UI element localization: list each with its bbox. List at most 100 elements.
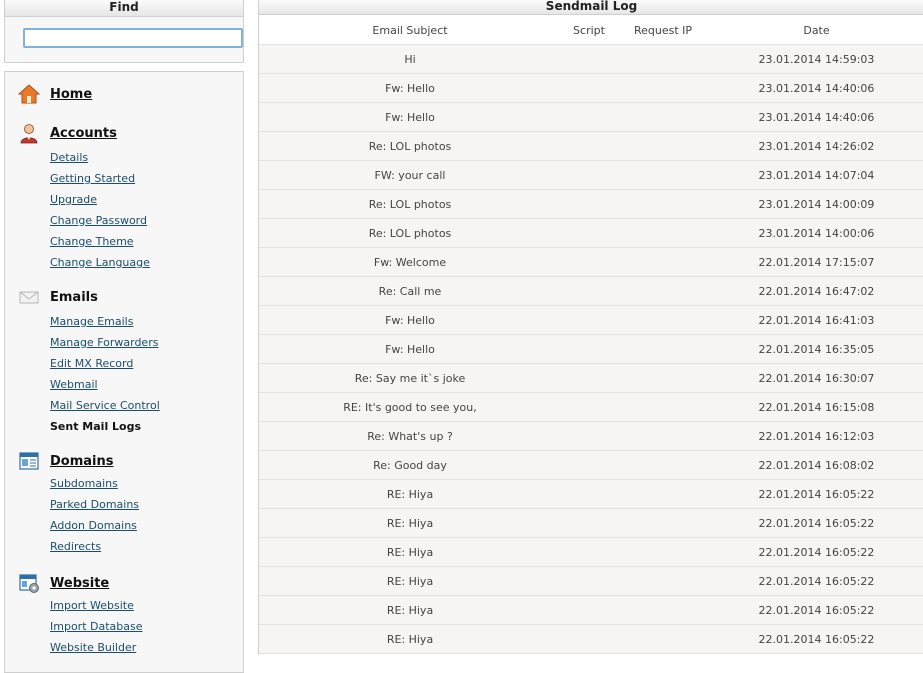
cell-email-subject: Fw: Hello [385,82,435,95]
nav-link-change-language[interactable]: Change Language [50,256,150,269]
column-header-script: Script [573,24,605,37]
find-title: Find [5,0,243,17]
cell-email-subject: Re: LOL photos [368,227,452,240]
nav-emails: Emails [18,286,238,310]
cell-email-subject: Hi [404,53,416,66]
nav-link-parked-domains[interactable]: Parked Domains [50,498,139,511]
table-row: Re: Say me it`s joke 22.01.2014 16:30:07 [259,364,923,393]
cell-date: 22.01.2014 16:05:22 [758,546,875,559]
cell-date: 22.01.2014 16:05:22 [758,517,875,530]
nav-domains-label[interactable]: Domains [50,454,114,469]
cell-date: 23.01.2014 14:26:02 [758,140,875,153]
cell-date: 22.01.2014 16:15:08 [758,401,875,414]
table-row: RE: Hiya 22.01.2014 16:05:22 [259,480,923,509]
nav-link-sent-mail-logs[interactable]: Sent Mail Logs [50,420,141,433]
nav-home-label[interactable]: Home [50,87,92,102]
table-row: Fw: Hello 23.01.2014 14:40:06 [259,103,923,132]
nav-link-webmail[interactable]: Webmail [50,378,98,391]
log-table-header: Email Subject Script Request IP Date [259,15,923,45]
find-search-input[interactable] [23,28,243,48]
table-row: Re: LOL photos 23.01.2014 14:00:06 [259,219,923,248]
cell-date: 22.01.2014 16:08:02 [758,459,875,472]
column-header-date: Date [803,24,830,37]
nav-link-redirects[interactable]: Redirects [50,540,101,553]
table-row: RE: Hiya 22.01.2014 16:05:22 [259,567,923,596]
table-row: RE: It's good to see you, 22.01.2014 16:1… [259,393,923,422]
table-row: Re: What's up ? 22.01.2014 16:12:03 [259,422,923,451]
cell-email-subject: Re: Good day [373,459,447,472]
nav-website-label[interactable]: Website [50,576,109,591]
table-row: Fw: Hello 22.01.2014 16:41:03 [259,306,923,335]
cell-email-subject: RE: Hiya [386,517,434,530]
cell-date: 22.01.2014 16:05:22 [758,575,875,588]
nav-link-import-database[interactable]: Import Database [50,620,143,633]
nav-home[interactable]: Home [18,83,238,107]
table-row: Re: LOL photos 23.01.2014 14:00:09 [259,190,923,219]
cell-date: 22.01.2014 16:05:22 [758,633,875,646]
cell-email-subject: Re: Say me it`s joke [354,372,466,385]
table-row: RE: Hiya 22.01.2014 16:05:22 [259,596,923,625]
table-row: Re: LOL photos 23.01.2014 14:26:02 [259,132,923,161]
nav-link-manage-forwarders[interactable]: Manage Forwarders [50,336,158,349]
cell-date: 22.01.2014 16:12:03 [758,430,875,443]
cell-email-subject: RE: It's good to see you, [343,401,477,414]
nav-domains[interactable]: Domains [18,450,238,474]
cell-email-subject: Fw: Welcome [373,256,447,269]
cell-email-subject: Re: Call me [378,285,442,298]
cell-email-subject: Fw: Hello [385,111,435,124]
cell-date: 23.01.2014 14:07:04 [758,169,875,182]
nav-website[interactable]: Website [18,572,238,596]
nav-panel: Home Accounts Details Getting Started Up… [4,71,244,673]
nav-link-addon-domains[interactable]: Addon Domains [50,519,137,532]
cell-email-subject: Re: LOL photos [368,140,452,153]
cell-date: 22.01.2014 16:47:02 [758,285,875,298]
home-icon [18,84,40,104]
cell-email-subject: RE: Hiya [386,575,434,588]
nav-link-getting-started[interactable]: Getting Started [50,172,135,185]
nav-link-subdomains[interactable]: Subdomains [50,477,118,490]
cell-date: 22.01.2014 17:15:07 [758,256,875,269]
nav-link-edit-mx-record[interactable]: Edit MX Record [50,357,133,370]
table-row: Re: Good day 22.01.2014 16:08:02 [259,451,923,480]
table-row: Fw: Hello 22.01.2014 16:35:05 [259,335,923,364]
log-table-body: Hi 23.01.2014 14:59:03 Fw: Hello 23.01.2014… [259,45,923,654]
table-row: Fw: Welcome 22.01.2014 17:15:07 [259,248,923,277]
column-header-email-subject: Email Subject [372,24,448,37]
nav-link-upgrade[interactable]: Upgrade [50,193,97,206]
cell-date: 22.01.2014 16:30:07 [758,372,875,385]
cell-date: 22.01.2014 16:41:03 [758,314,875,327]
sendmail-log-title: Sendmail Log [259,0,923,15]
nav-link-mail-service-control[interactable]: Mail Service Control [50,399,160,412]
table-row: RE: Hiya 22.01.2014 16:05:22 [259,538,923,567]
table-row: Re: Call me 22.01.2014 16:47:02 [259,277,923,306]
table-row: Hi 23.01.2014 14:59:03 [259,45,923,74]
find-panel: Find [4,0,244,63]
cell-email-subject: RE: Hiya [386,546,434,559]
cell-date: 23.01.2014 14:40:06 [758,82,875,95]
nav-emails-label: Emails [50,290,98,305]
nav-link-change-theme[interactable]: Change Theme [50,235,134,248]
nav-link-import-website[interactable]: Import Website [50,599,134,612]
nav-link-details[interactable]: Details [50,151,88,164]
table-row: RE: Hiya 22.01.2014 16:05:22 [259,509,923,538]
user-icon [20,124,38,144]
cell-date: 23.01.2014 14:40:06 [758,111,875,124]
envelope-icon [19,291,39,304]
table-row: RE: Hiya 22.01.2014 16:05:22 [259,625,923,654]
cell-date: 22.01.2014 16:05:22 [758,488,875,501]
cell-email-subject: Re: What's up ? [367,430,453,443]
cell-email-subject: RE: Hiya [386,604,434,617]
nav-link-manage-emails[interactable]: Manage Emails [50,315,133,328]
cell-date: 22.01.2014 16:05:22 [758,604,875,617]
sendmail-log-panel: Sendmail Log Email Subject Script Reques… [258,0,923,655]
nav-accounts[interactable]: Accounts [18,122,238,146]
nav-accounts-label[interactable]: Accounts [50,126,117,141]
cell-date: 23.01.2014 14:00:09 [758,198,875,211]
table-row: FW: your call 23.01.2014 14:07:04 [259,161,923,190]
table-row: Fw: Hello 23.01.2014 14:40:06 [259,74,923,103]
nav-link-website-builder[interactable]: Website Builder [50,641,136,654]
cell-email-subject: RE: Hiya [386,633,434,646]
nav-link-change-password[interactable]: Change Password [50,214,147,227]
cell-email-subject: Re: LOL photos [368,198,452,211]
cell-date: 23.01.2014 14:00:06 [758,227,875,240]
